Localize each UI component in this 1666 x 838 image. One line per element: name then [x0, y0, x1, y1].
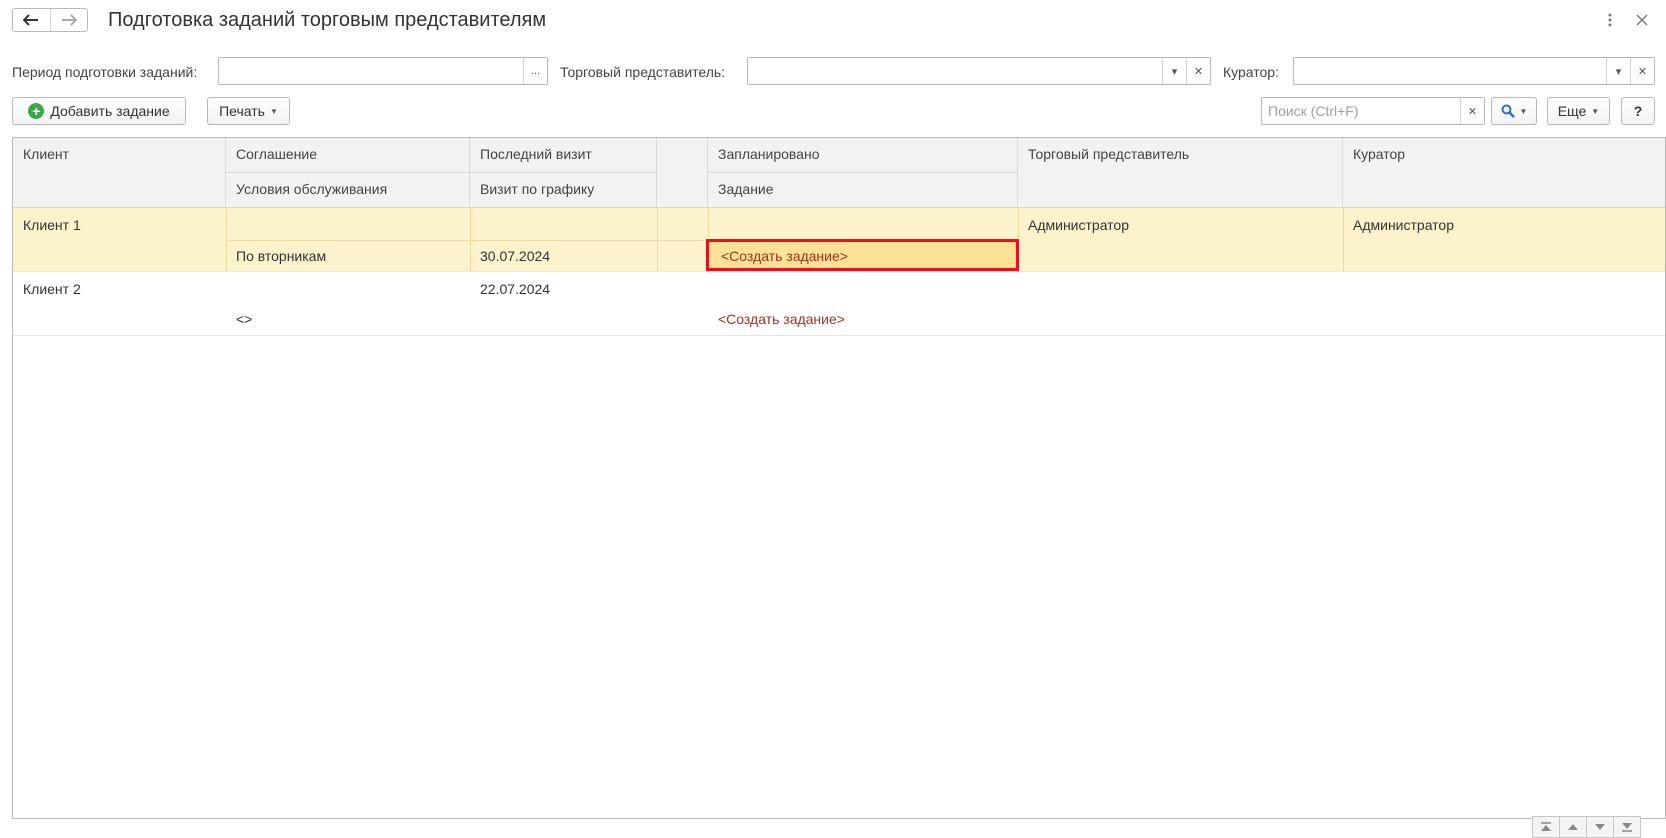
tasks-table: Клиент Соглашение Условия обслуживания П…: [12, 137, 1666, 819]
create-task-link[interactable]: <Создать задание>: [721, 247, 848, 265]
curator-clear-button[interactable]: ✕: [1630, 58, 1654, 84]
table-row[interactable]: Клиент 2 <> 22.07.2024 <Создать задание>: [13, 272, 1665, 336]
chevron-up-icon: [1568, 824, 1578, 830]
cell-curator[interactable]: Администратор: [1353, 216, 1454, 234]
header-client[interactable]: Клиент: [13, 138, 226, 208]
header-agreement[interactable]: Соглашение: [226, 138, 470, 173]
forward-button[interactable]: [49, 9, 87, 31]
search-clear-button[interactable]: ✕: [1460, 98, 1484, 124]
rep-label: Торговый представитель:: [560, 64, 726, 80]
cell-service-terms[interactable]: <>: [236, 310, 252, 328]
curator-label: Куратор:: [1223, 64, 1279, 80]
clear-icon: ✕: [1637, 65, 1648, 78]
scroll-down-button[interactable]: [1586, 816, 1614, 838]
print-label: Печать: [219, 103, 265, 119]
chevron-down-icon: ▼: [1519, 106, 1528, 116]
cell-last-visit[interactable]: 22.07.2024: [480, 280, 550, 298]
header-task[interactable]: Задание: [708, 173, 1018, 208]
cell-service-terms[interactable]: По вторникам: [236, 247, 326, 265]
create-task-link[interactable]: <Создать задание>: [718, 310, 845, 328]
scroll-up-button[interactable]: [1559, 816, 1587, 838]
table-row[interactable]: Клиент 1 По вторникам 30.07.2024 <Создат…: [13, 208, 1665, 272]
chevron-down-icon: ▼: [1591, 106, 1600, 116]
back-button[interactable]: [13, 9, 50, 31]
arrow-left-icon: [23, 14, 39, 26]
curator-field[interactable]: ▾ ✕: [1293, 57, 1655, 85]
header-last-visit[interactable]: Последний визит: [470, 138, 657, 173]
curator-value: [1294, 58, 1606, 84]
add-task-label: Добавить задание: [50, 103, 170, 119]
scroll-to-top-button[interactable]: [1532, 816, 1560, 838]
period-field[interactable]: ...: [218, 57, 548, 85]
rep-dropdown-button[interactable]: ▾: [1162, 58, 1186, 84]
chevron-down-icon: ▾: [1171, 65, 1178, 78]
plus-circle-icon: +: [28, 103, 45, 119]
arrow-right-icon: [61, 14, 77, 26]
vertical-dots-icon: [1608, 13, 1612, 27]
scroll-top-icon: [1541, 822, 1551, 831]
chevron-down-icon: ▼: [269, 106, 278, 116]
search-box: ✕: [1261, 97, 1485, 125]
header-curator[interactable]: Куратор: [1343, 138, 1665, 208]
chevron-down-icon: ▾: [1615, 65, 1622, 78]
scroll-to-bottom-button[interactable]: [1613, 816, 1641, 838]
curator-dropdown-button[interactable]: ▾: [1606, 58, 1630, 84]
scroll-bottom-icon: [1622, 823, 1632, 832]
cell-client[interactable]: Клиент 2: [23, 280, 81, 298]
cell-client[interactable]: Клиент 1: [23, 216, 81, 234]
navigation-buttons: [12, 8, 88, 32]
page-title: Подготовка заданий торговым представител…: [108, 9, 547, 31]
add-task-button[interactable]: + Добавить задание: [12, 97, 186, 125]
search-input[interactable]: [1262, 98, 1460, 124]
clear-icon: ✕: [1467, 105, 1478, 118]
period-value: [219, 58, 523, 84]
search-icon: [1501, 104, 1515, 118]
rep-field[interactable]: ▾ ✕: [747, 57, 1211, 85]
more-button[interactable]: Еще ▼: [1547, 97, 1610, 125]
period-label: Период подготовки заданий:: [12, 64, 198, 80]
cell-rep[interactable]: Администратор: [1028, 216, 1129, 234]
more-label: Еще: [1557, 103, 1587, 119]
header-spacer: [657, 138, 708, 208]
header-scheduled-visit[interactable]: Визит по графику: [470, 173, 657, 208]
header-service-terms[interactable]: Условия обслуживания: [226, 173, 470, 208]
help-button[interactable]: ?: [1621, 97, 1655, 125]
close-icon: [1636, 14, 1648, 26]
chevron-down-icon: [1595, 824, 1605, 830]
close-window-button[interactable]: [1632, 10, 1652, 30]
cell-scheduled-visit[interactable]: 30.07.2024: [480, 247, 550, 265]
search-button[interactable]: ▼: [1491, 97, 1537, 125]
rep-value: [748, 58, 1162, 84]
header-rep[interactable]: Торговый представитель: [1018, 138, 1343, 208]
more-actions-menu[interactable]: [1600, 10, 1620, 30]
clear-icon: ✕: [1193, 65, 1204, 78]
print-button[interactable]: Печать ▼: [207, 97, 290, 125]
header-planned[interactable]: Запланировано: [708, 138, 1018, 173]
rep-clear-button[interactable]: ✕: [1186, 58, 1210, 84]
period-select-button[interactable]: ...: [523, 58, 547, 84]
